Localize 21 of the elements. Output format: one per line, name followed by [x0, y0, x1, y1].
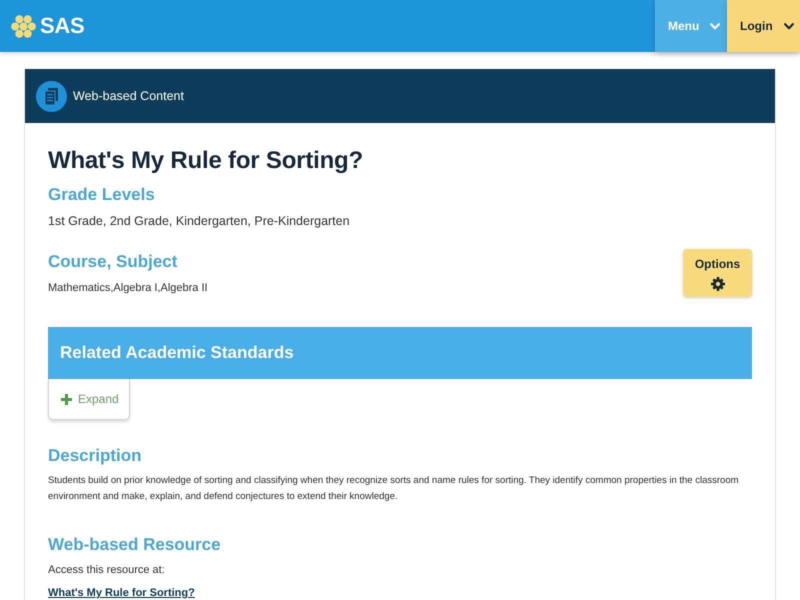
section-heading: Description	[48, 445, 143, 467]
page-title: What's My Rule for Sorting?	[48, 146, 364, 176]
document-icon	[36, 80, 67, 112]
gear-icon	[710, 277, 724, 291]
access-text: Access this resource at:	[48, 563, 166, 578]
grade-levels-text: 1st Grade, 2nd Grade, Kindergarten, Pre-Kindergarten	[48, 213, 351, 230]
honeycomb-logo-icon	[11, 14, 36, 38]
plus-icon	[61, 394, 72, 404]
resource-link[interactable]: What's My Rule for Sorting?	[48, 586, 195, 600]
subject-text: Mathematics,Algebra I,Algebra II	[48, 280, 208, 296]
chevron-down-icon	[710, 22, 720, 30]
login-button[interactable]: Login	[727, 0, 800, 52]
standards-heading-bar: Related Academic Standards	[48, 327, 752, 379]
options-button[interactable]: Options	[683, 249, 752, 297]
section-heading: Grade Levels	[48, 184, 156, 206]
chevron-down-icon	[784, 22, 794, 30]
section-heading: Course, Subject	[48, 250, 178, 272]
section-heading: Web-based Resource	[48, 534, 222, 556]
description-text: Students build on prior knowledge of sorting and classifying when they recognize sorts and name rules for sorting. They identify common properties in the classroom environment and make, explain, and defend conjectures to extend their knowledge.	[48, 474, 740, 504]
logo-text: SAS	[40, 13, 84, 39]
content-type-label: Web-based Content	[73, 89, 184, 103]
